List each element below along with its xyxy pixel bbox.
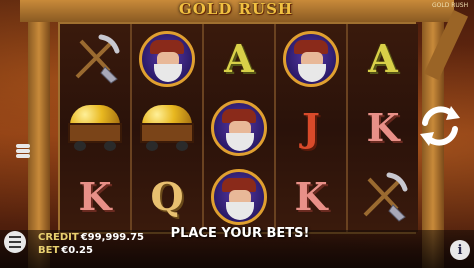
hamburger-menu-icon[interactable] — [4, 231, 26, 253]
coin-stack-icon[interactable] — [14, 143, 32, 161]
bet-display[interactable]: BET €0.25 — [38, 245, 93, 256]
pickaxe-shovel-icon — [67, 31, 123, 87]
game-logo: GOLD RUSH — [178, 0, 294, 18]
gold-cart-icon — [66, 104, 124, 151]
symbol-a: A — [368, 36, 398, 81]
reel-1: K — [60, 24, 130, 232]
reel-frame: KQAJKAK — [58, 22, 418, 234]
reel-5: AK — [348, 24, 418, 232]
reel-2: Q — [132, 24, 202, 232]
reel-3: A — [204, 24, 274, 232]
symbol-cell: K — [348, 93, 418, 162]
miner-symbol-icon — [283, 30, 339, 87]
miner-symbol-icon — [139, 30, 195, 87]
bet-label: BET — [38, 245, 60, 256]
gold-cart-icon — [138, 104, 196, 151]
symbol-cell: K — [60, 162, 130, 231]
wooden-beam-left — [28, 0, 50, 268]
pickaxe-shovel-icon — [355, 169, 411, 225]
symbol-cell — [60, 93, 130, 162]
symbol-q: Q — [150, 174, 184, 219]
symbol-a: A — [224, 36, 254, 81]
symbol-cell — [60, 24, 130, 93]
miner-symbol-icon — [211, 168, 267, 225]
symbol-k: K — [78, 174, 112, 219]
brand-mini-text: GOLD RUSH — [432, 2, 469, 9]
symbol-cell — [348, 162, 418, 231]
bet-value: €0.25 — [61, 245, 93, 256]
credit-value: €99,999.75 — [80, 232, 144, 243]
symbol-cell — [276, 24, 346, 93]
miner-symbol-icon — [211, 99, 267, 156]
credit-display: CREDIT €99,999.75 — [38, 232, 144, 243]
place-bets-message: PLACE YOUR BETS! — [170, 226, 310, 241]
symbol-cell — [132, 93, 202, 162]
symbol-k: K — [366, 105, 400, 150]
symbol-cell: K — [276, 162, 346, 231]
symbol-cell — [204, 93, 274, 162]
symbol-cell — [132, 24, 202, 93]
symbol-cell: A — [204, 24, 274, 93]
symbol-cell: A — [348, 24, 418, 93]
symbol-cell: J — [276, 93, 346, 162]
reel-4: JK — [276, 24, 346, 232]
symbol-j: J — [302, 105, 320, 150]
symbol-k: K — [294, 174, 328, 219]
credit-label: CREDIT — [38, 232, 79, 243]
spin-button[interactable] — [414, 100, 466, 152]
spin-arrows-icon — [420, 106, 460, 146]
symbol-cell — [204, 162, 274, 231]
symbol-cell: Q — [132, 162, 202, 231]
info-icon[interactable]: i — [450, 240, 470, 260]
